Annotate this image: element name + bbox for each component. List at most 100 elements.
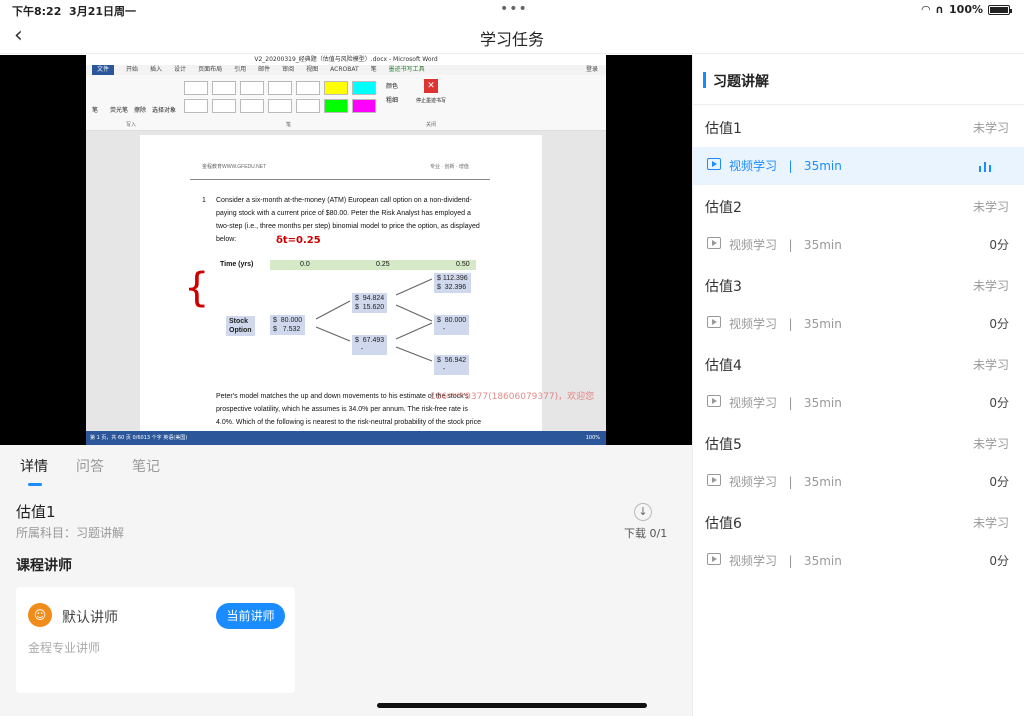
video-play-icon	[707, 158, 721, 170]
tab-details[interactable]: 详情	[20, 456, 48, 476]
video-play-icon	[707, 553, 721, 565]
wifi-icon: ◠	[921, 3, 931, 16]
panel-header: 习题讲解	[693, 55, 1024, 105]
thickness-label: 粗细	[386, 97, 399, 104]
word-status-bar: 第 1 页，共 60 页 0/6013 个字 英语(美国) 100%	[86, 431, 606, 445]
chapter-status: 未学习	[972, 358, 1009, 372]
nav-bar: ‹ 学习任务	[0, 20, 1024, 54]
chapter-title: 估值4	[705, 358, 742, 374]
highlighter-swatch	[352, 99, 376, 113]
chapter-status: 未学习	[972, 121, 1009, 135]
pen-swatch	[268, 81, 292, 95]
word-tab: 插入	[150, 66, 163, 73]
chapter-title: 估值5	[705, 437, 742, 453]
chapter-title: 估值2	[705, 200, 742, 216]
lesson-item[interactable]: 视频学习 | 35min 0分	[693, 226, 1024, 264]
battery-icon	[988, 4, 1012, 15]
lecturer-name: 默认讲师	[62, 610, 118, 626]
page-title: 学习任务	[479, 30, 544, 49]
word-tab: 邮件	[258, 66, 271, 73]
chapter-header[interactable]: 估值1 未学习	[693, 107, 1024, 147]
chapter-header[interactable]: 估值5 未学习	[693, 423, 1024, 463]
pen-swatch	[296, 99, 320, 113]
word-title: V2_20200319_经典题（估值与风险模型）.docx - Microsof…	[86, 55, 606, 65]
chapter-header[interactable]: 估值2 未学习	[693, 186, 1024, 226]
lesson-label: 视频学习 | 35min	[729, 475, 842, 489]
chapter-header[interactable]: 估值4 未学习	[693, 344, 1024, 384]
close-group-label: 关闭	[426, 122, 437, 128]
lesson-progress: 0分	[989, 475, 1009, 489]
pen-swatch	[268, 99, 292, 113]
details-section: 估值1 所属科目：习题讲解 ↓ 下载 0/1 课程讲师 ☺ 默认讲师 当前讲师 …	[0, 487, 692, 716]
word-tab: 引用	[234, 66, 247, 73]
panel-accent-bar	[703, 72, 706, 88]
eraser-label: 擦除	[134, 107, 147, 114]
pen-swatch	[212, 99, 236, 113]
lesson-item[interactable]: 视频学习 | 35min 0分	[693, 384, 1024, 422]
lecturer-card: ☺ 默认讲师 当前讲师 金程专业讲师	[16, 587, 295, 693]
word-tab: 文件	[92, 65, 115, 75]
paragraph-line: 4.0%. Which of the following is nearest …	[216, 419, 481, 426]
lesson-item[interactable]: 视频学习 | 35min	[693, 147, 1024, 185]
pen-swatch	[184, 99, 208, 113]
word-tab: 视图	[306, 66, 319, 73]
lesson-item[interactable]: 视频学习 | 35min 0分	[693, 305, 1024, 343]
status-right: ◠ ∩ 100%	[921, 3, 1012, 16]
lesson-label: 视频学习 | 35min	[729, 396, 842, 410]
word-window: V2_20200319_经典题（估值与风险模型）.docx - Microsof…	[86, 55, 606, 445]
lesson-item[interactable]: 视频学习 | 35min 0分	[693, 542, 1024, 580]
word-tab: 笔	[370, 66, 377, 73]
lesson-label: 视频学习 | 35min	[729, 159, 842, 173]
highlighter-label: 荧光笔	[110, 107, 129, 114]
lesson-title: 估值1	[16, 503, 56, 521]
chapter-title: 估值3	[705, 279, 742, 295]
lecturer-description: 金程专业讲师	[28, 641, 101, 655]
word-tab: 开始	[126, 66, 139, 73]
video-play-icon	[707, 316, 721, 328]
video-play-icon	[707, 237, 721, 249]
download-label[interactable]: 下载 0/1	[624, 525, 667, 541]
word-ribbon: 笔 荧光笔 擦除 选择对象 写入 笔 颜色 粗细 ✕ 停止墨迹书写 关闭	[86, 75, 606, 131]
home-indicator[interactable]	[377, 703, 647, 708]
pen-tool-label: 笔	[92, 107, 99, 114]
avatar: ☺	[28, 603, 52, 627]
word-tab: 设计	[174, 66, 187, 73]
pen-swatch	[212, 81, 236, 95]
highlighter-swatch	[324, 99, 348, 113]
chapter-header[interactable]: 估值3 未学习	[693, 265, 1024, 305]
highlighter-swatch	[324, 81, 348, 95]
pen-group-label: 笔	[286, 122, 292, 128]
stop-ink-label: 停止墨迹书写	[416, 98, 447, 104]
video-play-icon	[707, 474, 721, 486]
tab-notes[interactable]: 笔记	[132, 456, 160, 476]
pen-swatch	[240, 99, 264, 113]
word-login: 登录	[585, 66, 598, 73]
tab-qa[interactable]: 问答	[76, 456, 104, 476]
chapter-status: 未学习	[972, 200, 1009, 214]
word-tab: 审阅	[282, 66, 295, 73]
video-player[interactable]: V2_20200319_经典题（估值与风险模型）.docx - Microsof…	[0, 55, 692, 445]
lesson-label: 视频学习 | 35min	[729, 554, 842, 568]
color-label: 颜色	[386, 83, 399, 90]
lesson-progress: 0分	[989, 317, 1009, 331]
multitask-dots-icon[interactable]: •••	[500, 1, 528, 17]
headphones-icon: ∩	[935, 3, 945, 16]
lesson-label: 视频学习 | 35min	[729, 238, 842, 252]
lesson-progress: 0分	[989, 554, 1009, 568]
chapter-status: 未学习	[972, 279, 1009, 293]
download-icon[interactable]: ↓	[634, 503, 652, 521]
chapter-title: 估值1	[705, 121, 742, 137]
lesson-label: 视频学习 | 35min	[729, 317, 842, 331]
lesson-item[interactable]: 视频学习 | 35min 0分	[693, 463, 1024, 501]
pen-swatch	[240, 81, 264, 95]
pen-swatch	[184, 81, 208, 95]
chapter-status: 未学习	[972, 516, 1009, 530]
battery-percent: 100%	[949, 3, 983, 16]
ink-tools-tab: 墨迹书写工具	[388, 66, 425, 73]
word-tab: ACROBAT	[330, 66, 359, 73]
chapter-header[interactable]: 估值6 未学习	[693, 502, 1024, 542]
chapter-title: 估值6	[705, 516, 742, 532]
current-lecturer-button[interactable]: 当前讲师	[216, 603, 285, 629]
pen-swatch	[296, 81, 320, 95]
watermark: 186****9377(18606079377)，欢迎您	[430, 392, 595, 402]
